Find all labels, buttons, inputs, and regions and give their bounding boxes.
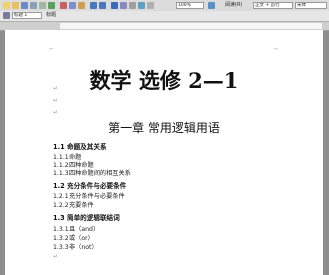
paragraph-mark: ↵: [53, 97, 59, 104]
section-heading: 1.1 命题及其关系: [53, 143, 107, 151]
spelling-icon[interactable]: [48, 2, 55, 9]
table-icon[interactable]: [120, 2, 127, 9]
paragraph-mark: ↵: [53, 85, 59, 92]
style-select[interactable]: 正文 + 首行: [253, 2, 293, 9]
item-text: 或（or）: [68, 235, 94, 242]
item-text: 充要条件: [68, 202, 94, 209]
chapter-heading: 第一章 常用逻辑用语: [108, 121, 220, 135]
list-item: 1.2.2 充要条件: [53, 200, 94, 209]
open-icon[interactable]: [12, 2, 19, 9]
zoom-select[interactable]: 100%: [176, 2, 204, 9]
item-text: 四种命题间的相互关系: [68, 170, 131, 177]
list-item: 1.3.3 非（not）: [53, 242, 98, 251]
help-icon[interactable]: [208, 2, 215, 9]
font-select[interactable]: 宋体: [295, 2, 327, 9]
paste-icon[interactable]: [78, 2, 85, 9]
tab-label[interactable]: 标题: [46, 12, 56, 19]
list-item: 1.1.3 四种命题间的相互关系: [53, 168, 131, 177]
list-item: 1.3.1 且（and）: [53, 224, 99, 233]
list-item: 1.3.2 或（or）: [53, 233, 94, 242]
hyperlink-icon[interactable]: [111, 2, 118, 9]
drawing-icon[interactable]: [138, 2, 145, 9]
cut-icon[interactable]: [60, 2, 67, 9]
document-page[interactable]: ⌐ ¬ 数学 选修 2—1 ↵ ↵ ↵ 第一章 常用逻辑用语 1.1 命题及其关…: [5, 30, 323, 275]
undo-icon[interactable]: [90, 2, 97, 9]
copy-icon[interactable]: [69, 2, 76, 9]
ruler-text-area: [60, 23, 322, 29]
item-text: 充分条件与必要条件: [68, 193, 125, 200]
columns-icon[interactable]: [129, 2, 136, 9]
item-text: 且（and）: [68, 226, 100, 233]
print-icon[interactable]: [30, 2, 37, 9]
save-icon[interactable]: [21, 2, 28, 9]
heading-style-select[interactable]: 标题 1: [12, 12, 42, 19]
redo-icon[interactable]: [99, 2, 106, 9]
paragraph-mark: ↵: [53, 109, 59, 116]
preview-icon[interactable]: [39, 2, 46, 9]
item-number: 1.3.3: [53, 244, 69, 251]
styles-pane-icon[interactable]: [3, 12, 10, 19]
item-text: 非（not）: [68, 244, 98, 251]
section-heading: 1.3 简单的逻辑联结词: [53, 214, 120, 222]
list-item: 1.2.1 充分条件与必要条件: [53, 191, 125, 200]
paragraph-mark: ↵: [53, 253, 59, 260]
reading-mode-button[interactable]: 阅读(R): [225, 2, 242, 9]
margin-corner-mark: ¬: [273, 46, 279, 53]
item-number: 1.3.1: [53, 226, 69, 233]
margin-corner-mark: ⌐: [49, 46, 55, 53]
item-number: 1.1.3: [53, 170, 69, 177]
formatting-toolbar: 标题 1 标题: [0, 11, 329, 22]
item-number: 1.2.1: [53, 193, 69, 200]
new-document-icon[interactable]: [3, 2, 10, 9]
item-number: 1.3.2: [53, 235, 69, 242]
show-hide-icon[interactable]: [147, 2, 154, 9]
item-number: 1.2.2: [53, 202, 69, 209]
section-heading: 1.2 充分条件与必要条件: [53, 182, 127, 190]
